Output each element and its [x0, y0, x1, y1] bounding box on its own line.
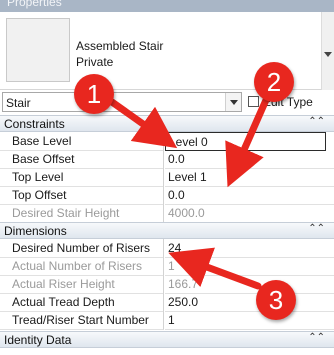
arrow-1 — [108, 98, 178, 149]
arrow-2 — [225, 96, 270, 188]
callout-badge-2: 2 — [254, 62, 294, 102]
callout-badge-1: 1 — [74, 74, 114, 114]
callout-badge-3: 3 — [256, 280, 296, 320]
arrow-3 — [168, 247, 262, 290]
